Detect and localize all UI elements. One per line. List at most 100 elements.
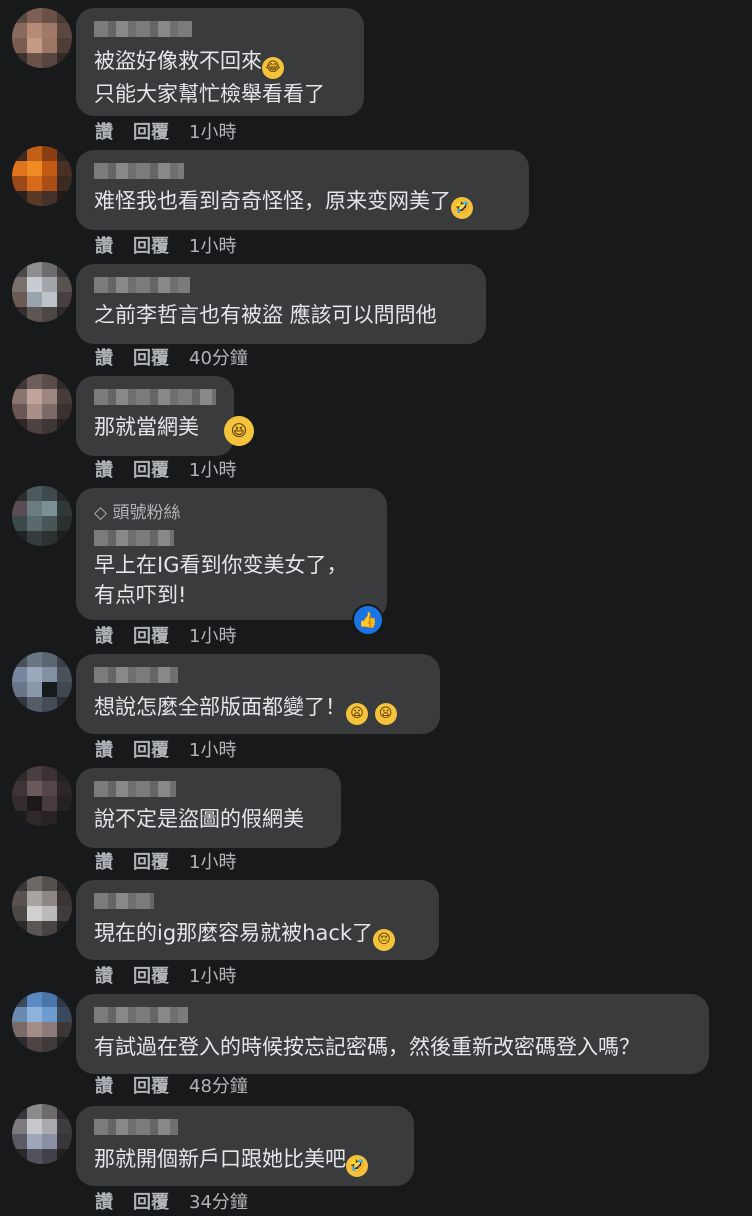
comment-item: 說不定是盜圖的假網美 讚回覆 1小時 xyxy=(0,766,752,876)
comment-text: 那就開個新戶口跟她比美吧 🤣 xyxy=(94,1144,368,1177)
commenter-name[interactable] xyxy=(94,781,176,797)
comment-text: 之前李哲言也有被盜 應該可以問問他 xyxy=(94,303,437,327)
comment-bubble: 之前李哲言也有被盜 應該可以問問他 xyxy=(76,264,486,344)
comment-item: 有試過在登入的時候按忘記密碼，然後重新改密碼登入嗎？ 讚回覆 48分鐘 xyxy=(0,992,752,1102)
commenter-name[interactable] xyxy=(94,1007,188,1023)
avatar[interactable] xyxy=(12,146,72,206)
comment-item: 难怪我也看到奇奇怪怪，原来变网美了 🤣 讚回覆 1小時 xyxy=(0,146,752,258)
like-link[interactable]: 讚 xyxy=(95,122,113,143)
comment-item: 之前李哲言也有被盜 應該可以問問他 讚回覆 40分鐘 xyxy=(0,262,752,372)
comment-actions: 讚回覆 48分鐘 xyxy=(95,1072,248,1098)
pensive-face-icon: 😔 xyxy=(373,929,396,951)
comment-bubble: 有試過在登入的時候按忘記密碼，然後重新改密碼登入嗎？ xyxy=(76,994,709,1074)
commenter-name[interactable] xyxy=(94,389,216,405)
comment-actions: 讚回覆 34分鐘 xyxy=(95,1188,248,1214)
comment-bubble: 那就開個新戶口跟她比美吧 🤣 xyxy=(76,1106,414,1186)
comment-item: 那就當網美 😆 讚回覆 1小時 xyxy=(0,374,752,484)
comment-actions: 讚回覆 1小時 xyxy=(95,118,236,144)
comment-bubble: 被盜好像救不回來 😂 只能大家幫忙檢舉看看了 xyxy=(76,8,364,116)
comment-text: 早上在IG看到你变美女了， 有点吓到! xyxy=(94,553,348,607)
comment-bubble: ◇ 頭號粉絲 早上在IG看到你变美女了， 有点吓到! xyxy=(76,488,387,620)
comment-bubble: 現在的ig那麼容易就被hack了 😔 xyxy=(76,880,439,960)
timestamp[interactable]: 1小時 xyxy=(189,740,236,761)
timestamp[interactable]: 34分鐘 xyxy=(189,1192,248,1213)
reply-link[interactable]: 回覆 xyxy=(133,852,169,873)
like-link[interactable]: 讚 xyxy=(95,460,113,481)
like-link[interactable]: 讚 xyxy=(95,1192,113,1213)
comment-text: 那就當網美 xyxy=(94,415,199,439)
comment-actions: 讚回覆 1小時 xyxy=(95,848,236,874)
squinting-face-icon: 😆 xyxy=(224,416,254,446)
reply-link[interactable]: 回覆 xyxy=(133,460,169,481)
like-link[interactable]: 讚 xyxy=(95,852,113,873)
comment-text: 現在的ig那麼容易就被hack了 😔 xyxy=(94,918,396,951)
commenter-name[interactable] xyxy=(94,21,192,37)
avatar[interactable] xyxy=(12,766,72,826)
avatar[interactable] xyxy=(12,8,72,68)
comment-item: 現在的ig那麼容易就被hack了 😔 讚回覆 1小時 xyxy=(0,876,752,988)
comment-bubble: 那就當網美 xyxy=(76,376,234,456)
like-link[interactable]: 讚 xyxy=(95,626,113,647)
reply-link[interactable]: 回覆 xyxy=(133,122,169,143)
comment-text: 被盜好像救不回來 😂 只能大家幫忙檢舉看看了 xyxy=(94,49,325,106)
comment-actions: 讚回覆 1小時 xyxy=(95,456,236,482)
avatar[interactable] xyxy=(12,1104,72,1164)
reply-link[interactable]: 回覆 xyxy=(133,348,169,369)
top-fan-badge[interactable]: ◇ 頭號粉絲 xyxy=(94,498,180,523)
reply-link[interactable]: 回覆 xyxy=(133,1076,169,1097)
rolling-laughing-face-icon: 🤣 xyxy=(451,197,473,219)
comment-text: 难怪我也看到奇奇怪怪，原来变网美了 🤣 xyxy=(94,186,473,219)
comment-bubble: 难怪我也看到奇奇怪怪，原来变网美了 🤣 xyxy=(76,150,529,230)
like-link[interactable]: 讚 xyxy=(95,1076,113,1097)
avatar[interactable] xyxy=(12,262,72,322)
timestamp[interactable]: 1小時 xyxy=(189,852,236,873)
commenter-name[interactable] xyxy=(94,893,154,909)
like-link[interactable]: 讚 xyxy=(95,966,113,987)
timestamp[interactable]: 1小時 xyxy=(189,236,236,257)
comment-actions: 讚回覆 1小時 xyxy=(95,962,236,988)
reply-link[interactable]: 回覆 xyxy=(133,236,169,257)
timestamp[interactable]: 1小時 xyxy=(189,966,236,987)
commenter-name[interactable] xyxy=(94,1119,178,1135)
like-link[interactable]: 讚 xyxy=(95,348,113,369)
timestamp[interactable]: 1小時 xyxy=(189,122,236,143)
comment-item: 被盜好像救不回來 😂 只能大家幫忙檢舉看看了 讚回覆 1小時 xyxy=(0,8,752,143)
crying-laughing-face-icon: 😂 xyxy=(262,57,284,79)
reply-link[interactable]: 回覆 xyxy=(133,740,169,761)
comment-text: 說不定是盜圖的假網美 xyxy=(94,807,304,831)
timestamp[interactable]: 48分鐘 xyxy=(189,1076,248,1097)
comment-actions: 讚回覆 1小時 xyxy=(95,736,236,762)
comment-text: 想說怎麼全部版面都變了！ 😦 😦 xyxy=(94,692,397,725)
comment-actions: 讚回覆 1小時 xyxy=(95,232,236,258)
timestamp[interactable]: 1小時 xyxy=(189,460,236,481)
comment-bubble: 想說怎麼全部版面都變了！ 😦 😦 xyxy=(76,654,440,734)
avatar[interactable] xyxy=(12,374,72,434)
commenter-name[interactable] xyxy=(94,277,190,293)
timestamp[interactable]: 1小時 xyxy=(189,626,236,647)
comment-actions: 讚回覆 1小時 xyxy=(95,622,236,648)
comment-actions: 讚回覆 40分鐘 xyxy=(95,344,248,370)
comment-item: ◇ 頭號粉絲 早上在IG看到你变美女了， 有点吓到! 👍 讚回覆 1小時 xyxy=(0,486,752,650)
commenter-name[interactable] xyxy=(94,530,174,546)
avatar[interactable] xyxy=(12,992,72,1052)
rolling-laughing-face-icon: 🤣 xyxy=(346,1155,368,1177)
diamond-icon: ◇ xyxy=(94,503,108,523)
reply-link[interactable]: 回覆 xyxy=(133,626,169,647)
comment-text: 有試過在登入的時候按忘記密碼，然後重新改密碼登入嗎？ xyxy=(94,1035,640,1059)
reply-link[interactable]: 回覆 xyxy=(133,1192,169,1213)
comment-bubble: 說不定是盜圖的假網美 xyxy=(76,768,341,848)
comment-item: 想說怎麼全部版面都變了！ 😦 😦 讚回覆 1小時 xyxy=(0,652,752,762)
like-link[interactable]: 讚 xyxy=(95,236,113,257)
timestamp[interactable]: 40分鐘 xyxy=(189,348,248,369)
comment-item: 那就開個新戶口跟她比美吧 🤣 讚回覆 34分鐘 xyxy=(0,1104,752,1216)
avatar[interactable] xyxy=(12,876,72,936)
like-reaction-icon[interactable]: 👍 xyxy=(352,604,384,636)
commenter-name[interactable] xyxy=(94,163,184,179)
avatar[interactable] xyxy=(12,652,72,712)
reply-link[interactable]: 回覆 xyxy=(133,966,169,987)
avatar[interactable] xyxy=(12,486,72,546)
frowning-face-icon: 😦 xyxy=(374,703,397,725)
frowning-face-icon: 😦 xyxy=(346,703,368,725)
like-link[interactable]: 讚 xyxy=(95,740,113,761)
commenter-name[interactable] xyxy=(94,667,178,683)
